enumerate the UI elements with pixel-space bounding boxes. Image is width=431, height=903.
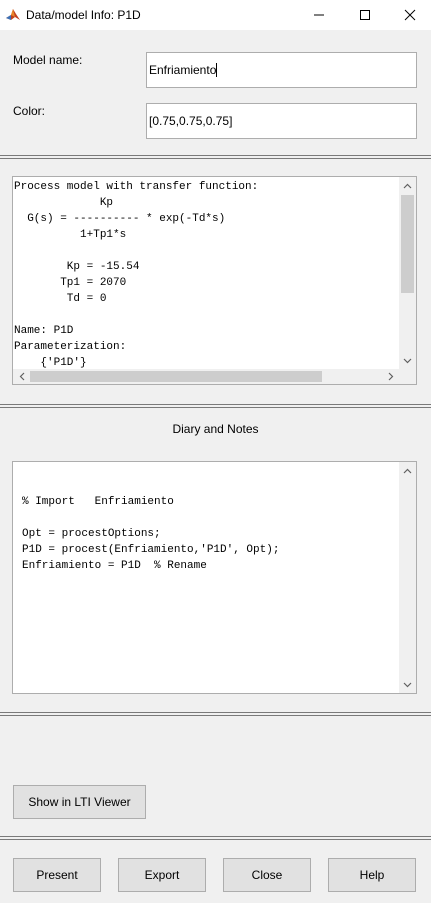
notes-line: Opt = procestOptions;: [22, 528, 161, 540]
notes-line: Enfriamiento = P1D % Rename: [22, 560, 207, 572]
export-button[interactable]: Export: [118, 858, 206, 892]
horizontal-scrollbar[interactable]: [13, 369, 399, 384]
model-info-line: Process model with transfer function:: [14, 181, 259, 193]
model-info-line: [14, 243, 258, 259]
scroll-thumb-horizontal[interactable]: [30, 371, 322, 382]
separator: [0, 712, 431, 716]
scroll-left-icon[interactable]: [13, 369, 30, 384]
close-button[interactable]: Close: [223, 858, 311, 892]
minimize-button[interactable]: [296, 0, 341, 30]
model-info-line: Name: P1D: [14, 325, 74, 337]
vertical-scrollbar[interactable]: [399, 177, 416, 369]
model-info-line: G(s) = ---------- * exp(-Td*s): [14, 213, 226, 225]
model-info-line: Tp1 = 2070: [14, 277, 127, 289]
model-info-line: Td = 0: [14, 293, 107, 305]
model-info-line: Kp = -15.54: [14, 261, 140, 273]
model-info-text: Process model with transfer function: Kp…: [14, 179, 258, 371]
separator: [0, 404, 431, 408]
maximize-icon: [359, 10, 370, 20]
maximize-button[interactable]: [342, 0, 387, 30]
model-info-pane[interactable]: Process model with transfer function: Kp…: [12, 176, 417, 385]
scroll-up-icon[interactable]: [399, 462, 416, 479]
notes-text: % Import Enfriamiento Opt = procestOptio…: [22, 462, 279, 574]
notes-line: [22, 478, 279, 494]
notes-vertical-scrollbar[interactable]: [399, 462, 416, 693]
model-name-label: Model name:: [13, 53, 83, 67]
close-icon: [404, 9, 415, 21]
scroll-corner: [399, 369, 416, 384]
notes-pane[interactable]: % Import Enfriamiento Opt = procestOptio…: [12, 461, 417, 694]
model-info-line: 1+Tp1*s: [14, 229, 127, 241]
separator: [0, 836, 431, 840]
notes-line: [22, 462, 279, 478]
window-title: Data/model Info: P1D: [26, 8, 141, 22]
model-info-line: [14, 307, 258, 323]
notes-line: % Import Enfriamiento: [22, 496, 174, 508]
color-value: [0.75,0.75,0.75]: [149, 114, 233, 128]
help-button[interactable]: Help: [328, 858, 416, 892]
notes-line: P1D = procest(Enfriamiento,'P1D', Opt);: [22, 544, 280, 556]
color-input[interactable]: [0.75,0.75,0.75]: [146, 103, 417, 139]
scroll-down-icon[interactable]: [399, 676, 416, 693]
notes-heading: Diary and Notes: [172, 422, 259, 436]
model-info-line: Parameterization:: [14, 341, 127, 353]
color-label: Color:: [13, 104, 46, 118]
scroll-right-icon[interactable]: [382, 369, 399, 384]
model-name-input[interactable]: Enfriamiento: [146, 52, 417, 88]
model-info-line: Kp: [14, 197, 114, 209]
show-in-lti-viewer-button[interactable]: Show in LTI Viewer: [13, 785, 146, 819]
minimize-icon: [313, 14, 324, 16]
scroll-thumb[interactable]: [401, 195, 414, 293]
present-button[interactable]: Present: [13, 858, 101, 892]
separator: [0, 155, 431, 159]
title-bar: Data/model Info: P1D: [0, 0, 431, 30]
notes-line: [22, 510, 279, 526]
scroll-down-icon[interactable]: [399, 352, 416, 369]
matlab-icon: [6, 9, 20, 20]
model-name-value: Enfriamiento: [149, 63, 217, 77]
text-caret: [216, 63, 218, 77]
close-window-button[interactable]: [387, 0, 431, 30]
scroll-up-icon[interactable]: [399, 177, 416, 194]
